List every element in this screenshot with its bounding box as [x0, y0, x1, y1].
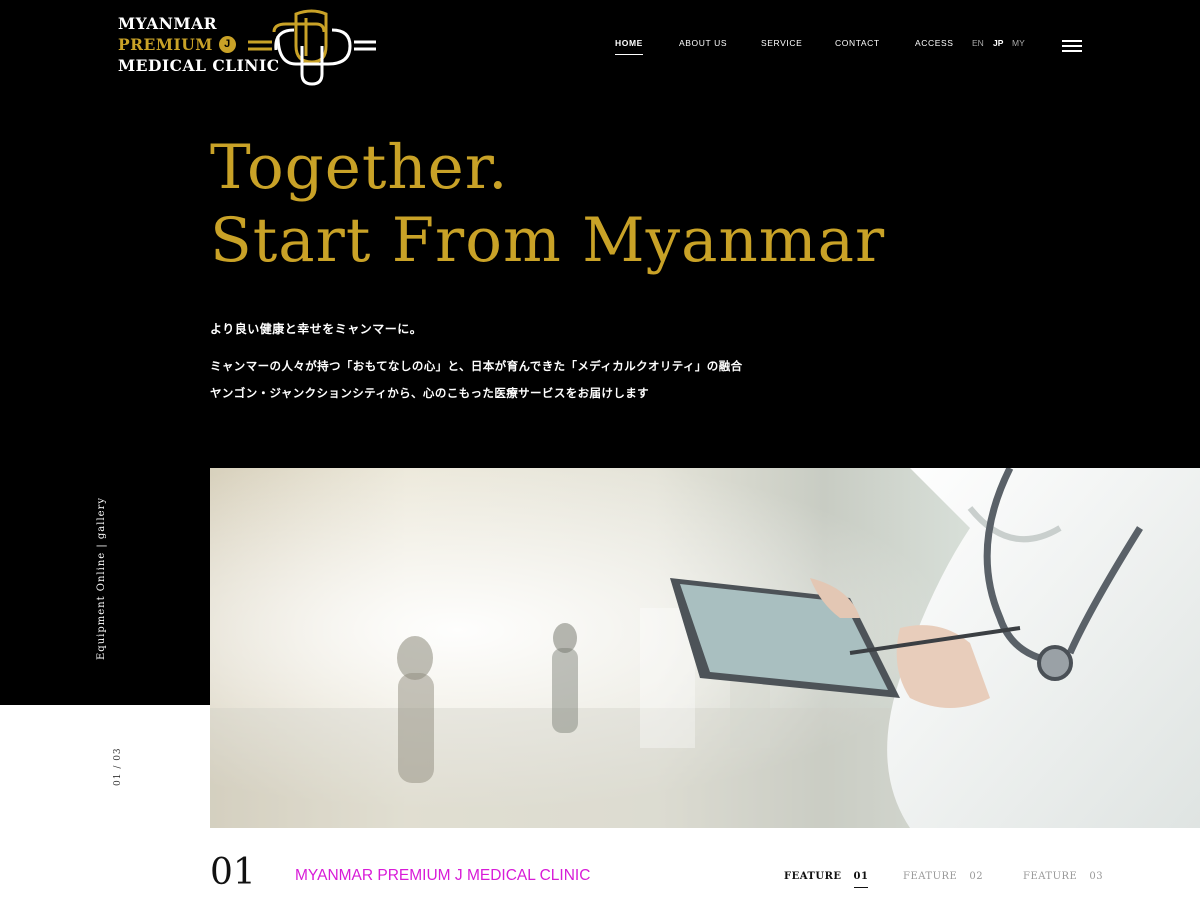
- vertical-gallery-label[interactable]: Equipment Online | gallery: [96, 497, 107, 660]
- description-line-1: ミャンマーの人々が持つ「おもてなしの心」と、日本が育んできた「メディカルクオリテ…: [210, 361, 743, 373]
- hero-description: ミャンマーの人々が持つ「おもてなしの心」と、日本が育んできた「メディカルクオリテ…: [210, 354, 743, 408]
- feature-tab-label: FEATURE: [903, 871, 958, 882]
- hero-tagline: より良い健康と幸せをミャンマーに。: [210, 322, 423, 336]
- lang-my[interactable]: MY: [1012, 38, 1025, 48]
- nav-access[interactable]: ACCESS: [915, 38, 954, 48]
- feature-tab-number: 01: [853, 871, 869, 882]
- feature-tab-label: FEATURE: [784, 871, 842, 882]
- hero-headline: Together. Start From Myanmar: [210, 131, 885, 277]
- nav-service[interactable]: SERVICE: [761, 38, 802, 48]
- feature-tab-02[interactable]: FEATURE 02: [903, 871, 983, 882]
- headline-line-2: Start From Myanmar: [210, 205, 886, 276]
- nav-home[interactable]: HOME: [615, 38, 643, 55]
- feature-tab-number: 03: [1089, 871, 1104, 882]
- nav-about-us[interactable]: ABOUT US: [679, 38, 727, 48]
- slide-counter: 01 / 03: [113, 747, 123, 786]
- feature-tab-number: 02: [969, 871, 984, 882]
- section-number: 01: [210, 852, 256, 893]
- lang-en[interactable]: EN: [972, 38, 984, 48]
- headline-line-1: Together.: [210, 132, 509, 203]
- feature-tab-label: FEATURE: [1023, 871, 1078, 882]
- feature-tab-03[interactable]: FEATURE 03: [1023, 871, 1103, 882]
- hamburger-menu-icon[interactable]: [1062, 40, 1082, 52]
- section-title: MYANMAR PREMIUM J MEDICAL CLINIC: [295, 867, 591, 884]
- feature-tab-01[interactable]: FEATURE 01: [784, 871, 868, 882]
- photo-illustration: [210, 468, 1200, 828]
- description-line-2: ヤンゴン・ジャンクションシティから、心のこもった医療サービスをお届けします: [210, 388, 650, 400]
- nav-contact[interactable]: CONTACT: [835, 38, 880, 48]
- lang-jp[interactable]: JP: [993, 38, 1003, 48]
- hero-photo-doctor-tablet: [210, 468, 1200, 828]
